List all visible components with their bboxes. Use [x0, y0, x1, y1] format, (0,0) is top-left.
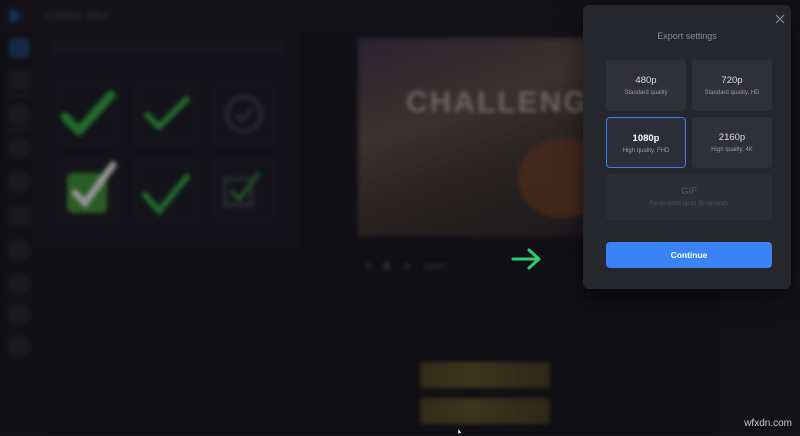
option-720p[interactable]: 720p Standard quality, HD	[692, 60, 772, 111]
option-1080p[interactable]: 1080p High quality, FHD	[606, 117, 686, 168]
continue-button[interactable]: Continue	[606, 242, 772, 268]
option-gif[interactable]: GIF For projects up to 30 seconds	[606, 174, 772, 220]
option-title: 2160p	[718, 132, 746, 143]
mouse-cursor-icon	[457, 428, 464, 435]
modal-title: Export settings	[657, 31, 717, 41]
watermark: wfxdn.com	[744, 418, 792, 429]
option-subtitle: For projects up to 30 seconds	[649, 201, 729, 207]
option-title: 480p	[635, 75, 657, 86]
option-subtitle: Standard quality	[624, 90, 668, 96]
option-subtitle: High quality, 4K	[711, 147, 753, 153]
export-settings-modal: Export settings 480p Standard quality 72…	[583, 5, 791, 289]
option-subtitle: Standard quality, HD	[704, 90, 760, 96]
option-subtitle: High quality, FHD	[622, 148, 670, 154]
option-title: 720p	[721, 75, 743, 86]
option-title: 1080p	[632, 133, 660, 144]
close-icon[interactable]	[775, 14, 785, 24]
option-2160p[interactable]: 2160p High quality, 4K	[692, 117, 772, 168]
option-title: GIF	[681, 186, 697, 197]
option-480p[interactable]: 480p Standard quality	[606, 60, 686, 111]
arrow-right-icon	[511, 248, 541, 270]
